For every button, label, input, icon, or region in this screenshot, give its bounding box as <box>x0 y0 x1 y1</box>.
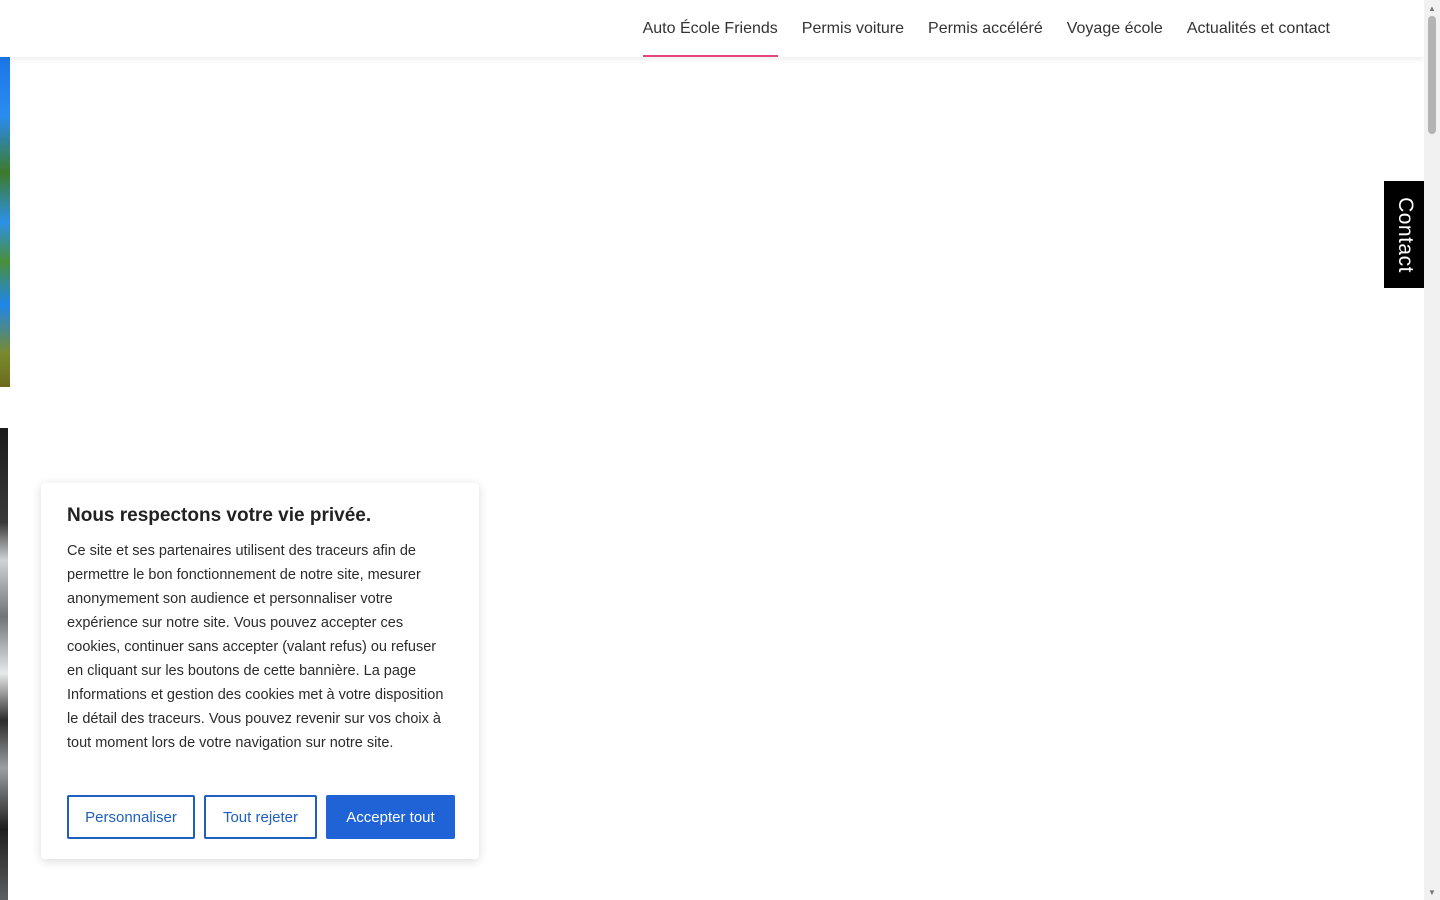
cookie-consent-banner: Nous respectons votre vie privée. Ce sit… <box>41 483 479 859</box>
triangle-up-icon[interactable]: ▲ <box>1424 0 1440 16</box>
nav-item-auto-ecole-friends[interactable]: Auto École Friends <box>631 0 790 57</box>
nav-item-permis-voiture[interactable]: Permis voiture <box>790 0 916 57</box>
nav-item-label: Permis voiture <box>801 19 905 37</box>
main-nav: Auto École Friends Permis voiture Permis… <box>631 0 1342 57</box>
contact-tab-button[interactable]: Contact <box>1384 181 1425 288</box>
page-scrollbar[interactable]: ▲ ▼ <box>1424 0 1440 900</box>
nav-item-label: Actualités et contact <box>1186 19 1330 37</box>
scrollbar-thumb[interactable] <box>1428 16 1436 134</box>
accept-all-button[interactable]: Accepter tout <box>326 795 455 839</box>
nav-item-voyage-ecole[interactable]: Voyage école <box>1055 0 1175 57</box>
section-image-edge <box>0 428 8 900</box>
cookie-banner-title: Nous respectons votre vie privée. <box>67 505 372 526</box>
nav-item-permis-accelere[interactable]: Permis accéléré <box>916 0 1055 57</box>
nav-item-label: Voyage école <box>1066 19 1163 37</box>
cookie-banner-actions: Personnaliser Tout rejeter Accepter tout <box>67 795 455 839</box>
nav-item-actualites-contact[interactable]: Actualités et contact <box>1175 0 1342 57</box>
triangle-down-icon[interactable]: ▼ <box>1424 884 1440 900</box>
nav-item-label: Auto École Friends <box>642 19 778 37</box>
nav-item-label: Permis accéléré <box>928 19 1043 37</box>
page: Auto École Friends Permis voiture Permis… <box>0 0 1440 900</box>
contact-tab-label: Contact <box>1393 196 1417 273</box>
cookie-banner-body: Ce site et ses partenaires utilisent des… <box>67 543 444 751</box>
hero-image-edge <box>0 57 10 387</box>
site-header: Auto École Friends Permis voiture Permis… <box>0 0 1424 57</box>
customize-button[interactable]: Personnaliser <box>67 795 195 839</box>
reject-all-button[interactable]: Tout rejeter <box>204 795 317 839</box>
